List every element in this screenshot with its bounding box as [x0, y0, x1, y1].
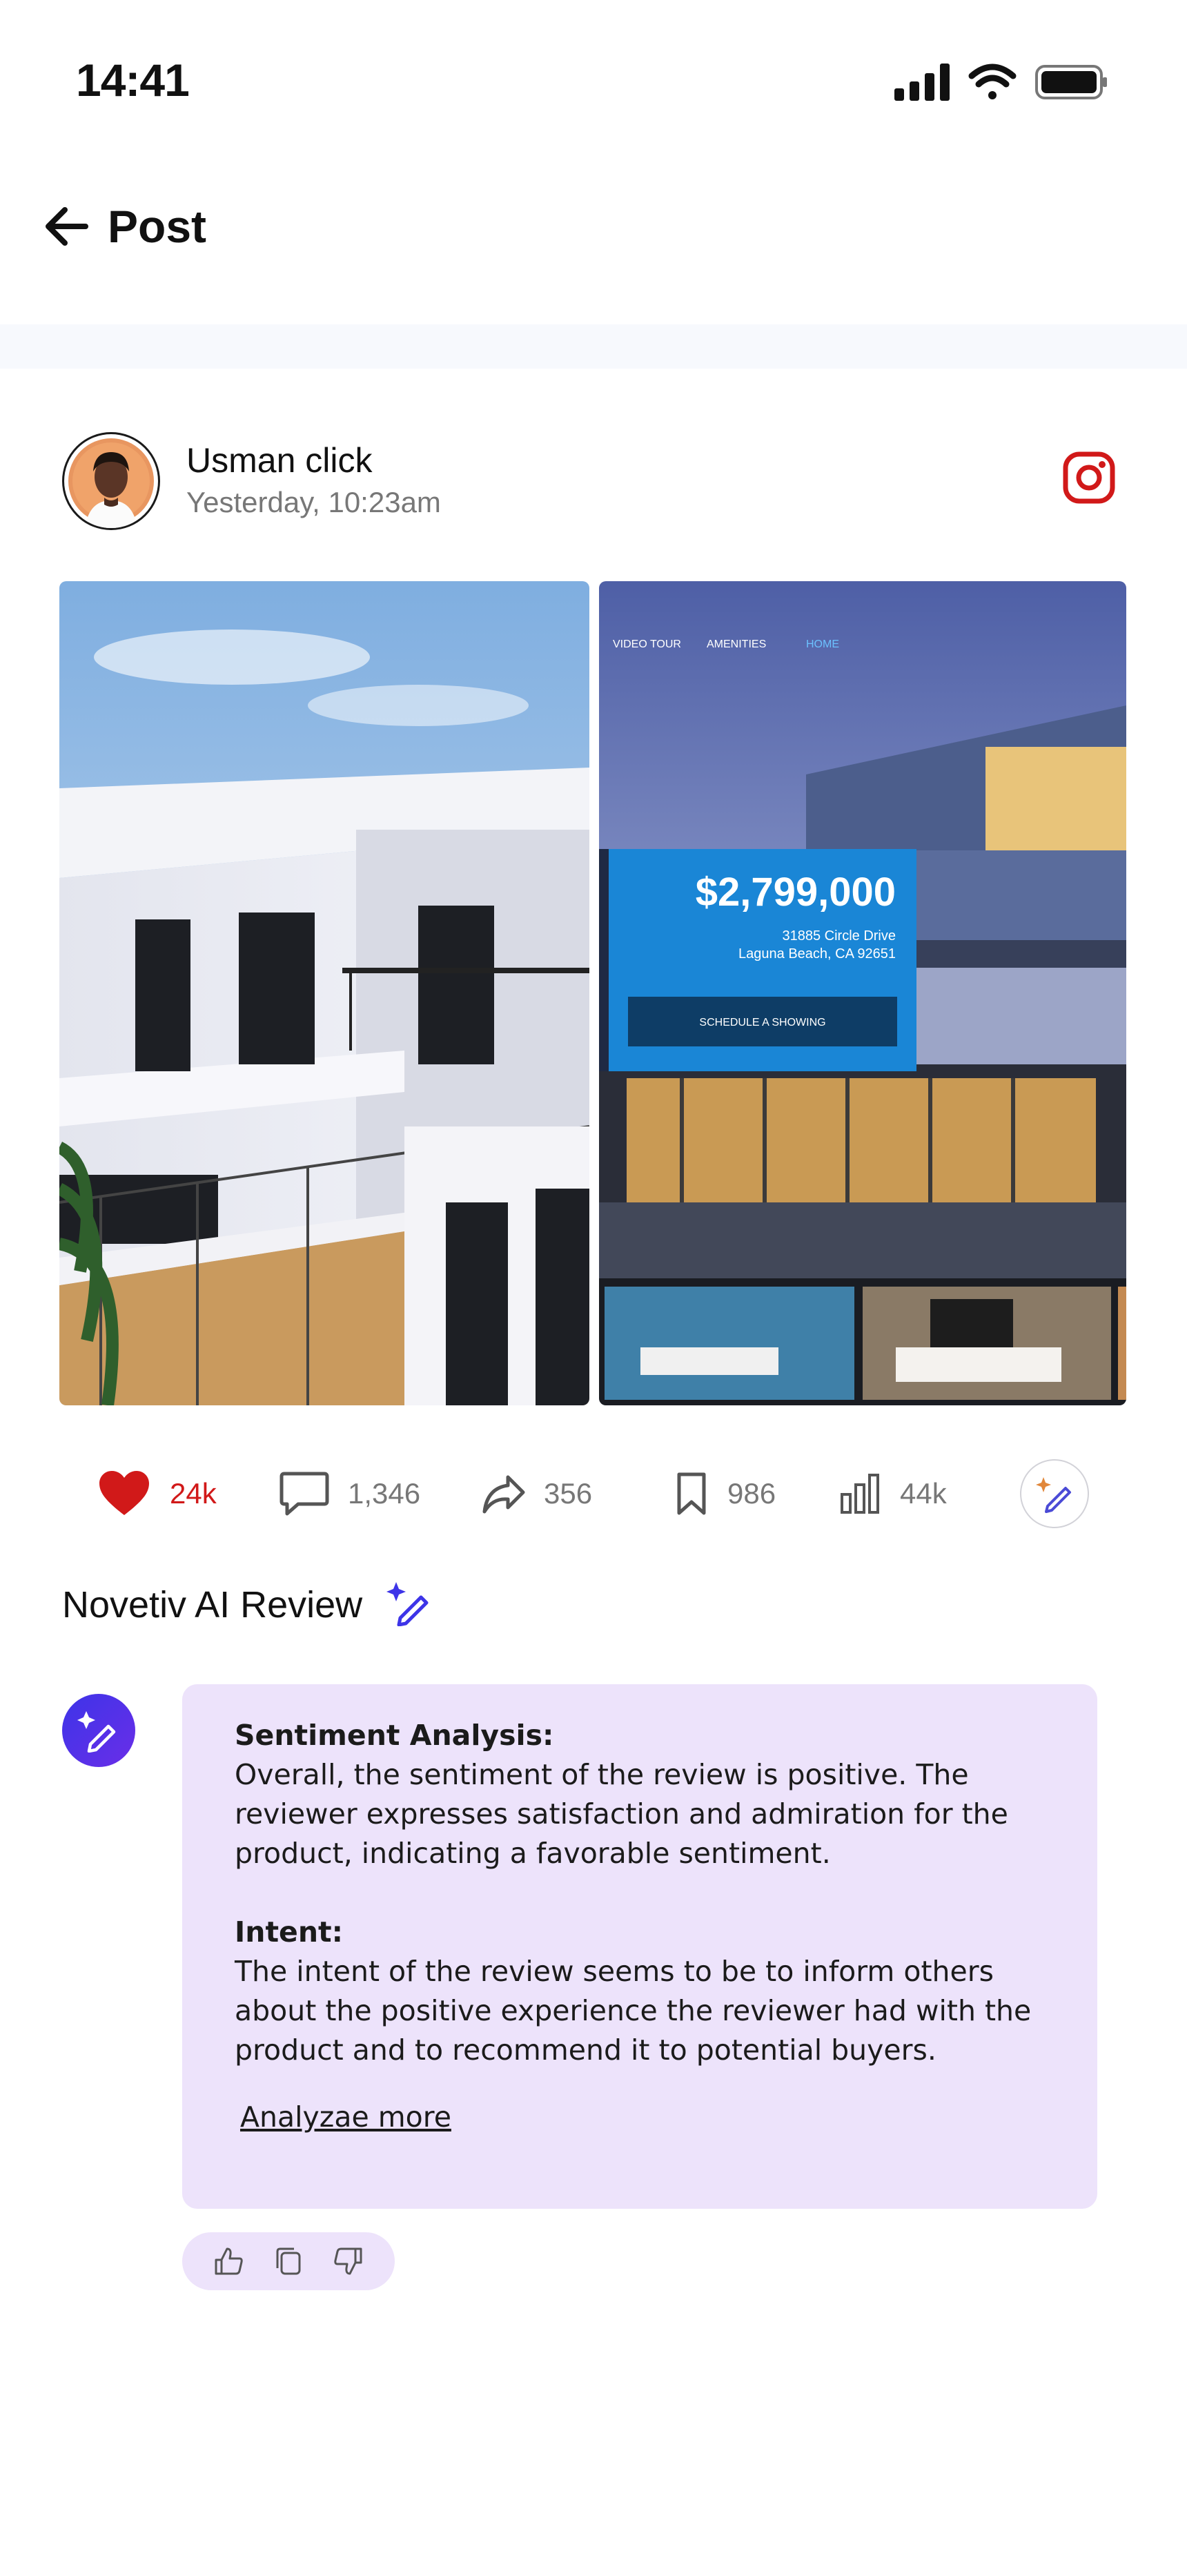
ai-review-button[interactable]: [1020, 1459, 1089, 1528]
ai-bot-avatar: [62, 1694, 135, 1767]
thumbs-down-icon: [333, 2247, 362, 2275]
feedback-actions: [182, 2232, 395, 2290]
intent-text: The intent of the review seems to be to …: [235, 1955, 1032, 2067]
views-stat[interactable]: 44k: [839, 1466, 947, 1521]
sentiment-text: Overall, the sentiment of the review is …: [235, 1758, 1008, 1870]
avatar-image: [68, 438, 154, 528]
copy-icon: [276, 2247, 301, 2275]
page-title: Post: [108, 201, 207, 252]
heart-icon: [99, 1471, 149, 1515]
ai-review-card: Sentiment Analysis: Overall, the sentime…: [182, 1684, 1097, 2209]
listing-cta: SCHEDULE A SHOWING: [699, 1017, 825, 1028]
status-time: 14:41: [76, 55, 190, 106]
sentiment-heading: Sentiment Analysis:: [235, 1719, 554, 1752]
listing-nav-amenities: AMENITIES: [707, 638, 766, 650]
avatar[interactable]: [62, 432, 160, 530]
like-count: 24k: [170, 1477, 217, 1510]
thumbs-up-icon: [215, 2247, 244, 2275]
status-icons: [894, 64, 1107, 101]
ai-sparkle-pen-icon: [386, 1582, 429, 1626]
thumbs-down-button[interactable]: [332, 2245, 365, 2278]
analyze-more-link[interactable]: Analyzae more: [240, 2098, 451, 2137]
listing-address-line2: Laguna Beach, CA 92651: [738, 946, 896, 962]
view-count: 44k: [900, 1477, 947, 1510]
comment-count: 1,346: [348, 1477, 421, 1510]
signal-icon: [894, 64, 950, 101]
comment-button[interactable]: 1,346: [279, 1466, 420, 1521]
like-button[interactable]: 24k: [97, 1466, 217, 1521]
bar-chart-icon: [841, 1474, 879, 1514]
save-button[interactable]: 986: [674, 1466, 776, 1521]
post-photo-listing[interactable]: VIDEO TOUR AMENITIES HOME $2,799,000 318…: [599, 581, 1126, 1405]
intent-heading: Intent:: [235, 1915, 344, 1949]
listing-nav-video: VIDEO TOUR: [613, 638, 681, 650]
back-arrow-icon[interactable]: [40, 200, 92, 253]
thumbs-up-button[interactable]: [212, 2245, 245, 2278]
bookmark-icon: [677, 1472, 706, 1515]
copy-button[interactable]: [272, 2245, 305, 2278]
listing-image: VIDEO TOUR AMENITIES HOME $2,799,000 318…: [599, 581, 1126, 1405]
post-photo-house[interactable]: [59, 581, 589, 1405]
share-count: 356: [544, 1477, 593, 1510]
share-button[interactable]: 356: [482, 1466, 592, 1521]
divider-band: [0, 324, 1187, 369]
battery-icon: [1035, 65, 1107, 99]
house-image: [59, 581, 589, 1405]
share-icon: [482, 1475, 525, 1514]
wifi-icon: [968, 64, 1017, 99]
save-count: 986: [727, 1477, 776, 1510]
listing-address-line1: 31885 Circle Drive: [782, 928, 896, 944]
ai-pen-icon: [77, 1711, 116, 1753]
comment-icon: [279, 1472, 329, 1516]
listing-nav-home: HOME: [806, 638, 839, 650]
listing-price: $2,799,000: [696, 870, 896, 915]
post-timestamp: Yesterday, 10:23am: [186, 486, 441, 518]
ai-review-title: Novetiv AI Review: [62, 1584, 363, 1626]
ai-pen-icon: [1036, 1477, 1071, 1513]
author-name[interactable]: Usman click: [186, 440, 372, 480]
instagram-icon[interactable]: [1061, 450, 1117, 505]
